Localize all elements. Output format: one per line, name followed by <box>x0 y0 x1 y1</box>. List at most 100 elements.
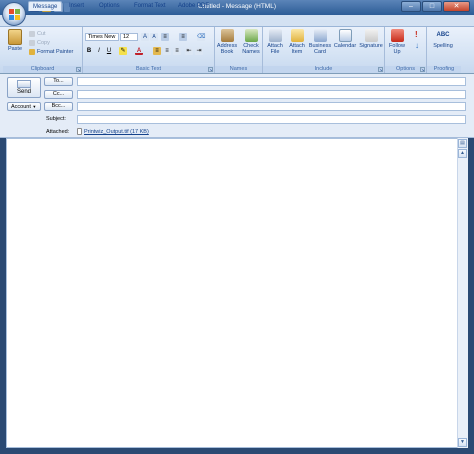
attached-label: Attached: <box>46 129 70 135</box>
send-button[interactable]: Send <box>7 77 41 98</box>
attach-file-button[interactable]: Attach File <box>264 29 286 55</box>
attach-item-label: Attach Item <box>289 43 305 55</box>
high-importance-icon[interactable]: ! <box>415 31 420 39</box>
include-group-label: Include <box>263 66 384 73</box>
tab-message[interactable]: Message <box>28 1 63 11</box>
paperclip-icon <box>268 29 282 42</box>
check-names-label: Check Names <box>242 43 260 55</box>
copy-button[interactable]: Copy <box>29 39 50 47</box>
shrink-font-icon[interactable]: A <box>150 33 158 41</box>
paste-button[interactable]: Paste <box>5 29 25 52</box>
address-book-icon <box>220 29 234 42</box>
maximize-button[interactable]: □ <box>422 1 442 12</box>
basic-text-launcher-icon[interactable]: ↘ <box>208 67 213 72</box>
window-bottom-border <box>0 448 474 454</box>
business-card-label: Business Card <box>308 43 332 55</box>
scroll-down-icon[interactable]: ▼ <box>458 438 467 447</box>
calendar-label: Calendar <box>333 43 357 49</box>
copy-label: Copy <box>37 40 50 46</box>
follow-up-button[interactable]: Follow Up <box>386 29 408 55</box>
options-launcher-icon[interactable]: ↘ <box>420 67 425 72</box>
grow-font-icon[interactable]: A <box>141 33 149 41</box>
tab-insert[interactable]: Insert <box>65 1 88 11</box>
basic-text-group-label: Basic Text <box>83 66 214 73</box>
names-group: Address Book Check Names Names <box>215 27 263 73</box>
bcc-field[interactable] <box>77 102 466 111</box>
paste-label: Paste <box>7 46 23 52</box>
paintbrush-icon <box>29 48 35 55</box>
align-right-icon[interactable]: ≡ <box>173 47 181 55</box>
to-button[interactable]: To... <box>44 77 73 86</box>
options-group: Follow Up ! ↓ Options ↘ <box>385 27 427 73</box>
numbering-icon[interactable]: ≡ <box>179 33 187 41</box>
clipboard-group: Paste Cut Copy Format Painter Clipboard … <box>3 27 83 73</box>
close-button[interactable]: ✕ <box>443 1 470 12</box>
signature-button[interactable]: Signature <box>358 29 384 49</box>
office-button[interactable] <box>2 2 26 26</box>
minimize-button[interactable]: – <box>401 1 421 12</box>
tab-options[interactable]: Options <box>95 1 124 11</box>
attach-file-label: Attach File <box>267 43 283 55</box>
signature-icon <box>364 29 378 42</box>
calendar-button[interactable]: Calendar <box>333 29 357 49</box>
proofing-group: ABC Spelling Proofing <box>427 27 461 73</box>
highlight-icon[interactable]: ✎ <box>119 47 127 55</box>
address-book-button[interactable]: Address Book <box>216 29 238 55</box>
ruler-toggle-icon[interactable]: ▤ <box>458 139 467 148</box>
cc-button[interactable]: Cc... <box>44 90 73 99</box>
include-launcher-icon[interactable]: ↘ <box>378 67 383 72</box>
scissors-icon <box>29 30 35 37</box>
cc-field[interactable] <box>77 90 466 99</box>
low-importance-icon[interactable]: ↓ <box>415 42 420 50</box>
underline-button[interactable]: U <box>105 47 113 55</box>
bold-button[interactable]: B <box>85 47 93 55</box>
font-color-button[interactable]: A <box>135 47 143 55</box>
spelling-button[interactable]: ABC Spelling <box>429 29 457 49</box>
bullets-icon[interactable]: ≡ <box>161 33 169 41</box>
message-body[interactable] <box>6 138 468 448</box>
align-center-icon[interactable]: ≡ <box>163 47 171 55</box>
clipboard-group-label: Clipboard <box>3 66 82 73</box>
basic-text-group: Times New 12 A A ≡ ≡ ⌫ B I U ✎ A ≡ ≡ ≡ ⇤… <box>83 27 215 73</box>
ribbon-tabs <box>0 15 474 26</box>
scroll-up-icon[interactable]: ▲ <box>458 149 467 158</box>
file-icon <box>77 128 82 136</box>
align-left-icon[interactable]: ≡ <box>153 47 161 55</box>
font-size-box[interactable]: 12 <box>120 33 138 41</box>
copy-icon <box>29 39 35 46</box>
to-field[interactable] <box>77 77 466 86</box>
send-icon <box>17 80 31 88</box>
business-card-button[interactable]: Business Card <box>308 29 332 55</box>
attach-item-button[interactable]: Attach Item <box>286 29 308 55</box>
cut-label: Cut <box>37 31 46 37</box>
business-card-icon <box>313 29 327 42</box>
chevron-down-icon: ▼ <box>32 104 37 109</box>
clear-formatting-icon[interactable]: ⌫ <box>197 33 205 41</box>
address-book-label: Address Book <box>216 43 238 55</box>
bcc-button[interactable]: Bcc... <box>44 102 73 111</box>
format-painter-button[interactable]: Format Painter <box>29 48 73 56</box>
increase-indent-icon[interactable]: ⇥ <box>195 47 203 55</box>
subject-label: Subject: <box>46 116 66 122</box>
decrease-indent-icon[interactable]: ⇤ <box>185 47 193 55</box>
tab-format-text[interactable]: Format Text <box>130 1 170 11</box>
cut-button[interactable]: Cut <box>29 30 46 38</box>
paste-icon <box>8 29 22 45</box>
font-name-box[interactable]: Times New <box>85 33 119 41</box>
follow-up-label: Follow Up <box>389 43 405 55</box>
tab-adobe-pdf[interactable]: Adobe PDF <box>174 1 213 11</box>
include-group: Attach File Attach Item Business Card Ca… <box>263 27 385 73</box>
spelling-icon: ABC <box>436 32 450 38</box>
spelling-label: Spelling <box>433 43 453 49</box>
attach-item-icon <box>290 29 304 42</box>
italic-button[interactable]: I <box>95 47 103 55</box>
subject-field[interactable] <box>77 115 466 124</box>
attachment-link[interactable]: Printwiz_Output.tif (17 KB) <box>77 128 149 137</box>
proofing-group-label: Proofing <box>427 66 461 73</box>
check-names-icon <box>244 29 258 42</box>
vertical-scrollbar[interactable] <box>457 138 468 448</box>
signature-label: Signature <box>359 43 383 49</box>
check-names-button[interactable]: Check Names <box>240 29 262 55</box>
clipboard-launcher-icon[interactable]: ↘ <box>76 67 81 72</box>
account-button[interactable]: Account ▼ <box>7 102 41 111</box>
